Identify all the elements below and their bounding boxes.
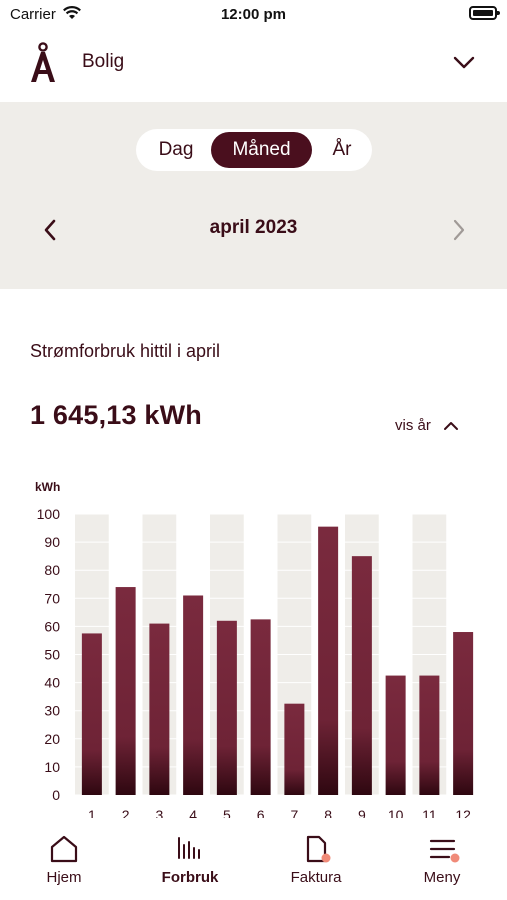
brand-logo [31, 42, 55, 82]
y-tick-label: 80 [44, 562, 60, 578]
usage-total: 1 645,13 kWh [30, 400, 202, 430]
home-icon [50, 835, 78, 863]
tab-label-faktura: Faktura [290, 869, 342, 886]
y-axis-label: kWh [35, 480, 60, 494]
next-period-icon[interactable] [451, 218, 467, 242]
period-panel: Dag Måned År april 2023 [0, 102, 507, 289]
y-tick-label: 20 [44, 731, 60, 747]
y-tick-label: 50 [44, 647, 60, 663]
location-title[interactable]: Bolig [82, 51, 124, 73]
tab-faktura[interactable]: Faktura [253, 818, 379, 900]
bar-day-2[interactable] [115, 587, 136, 795]
chevron-down-icon[interactable] [453, 56, 475, 70]
y-tick-label: 100 [37, 506, 61, 522]
bar-day-1[interactable] [81, 633, 102, 795]
y-tick-label: 0 [52, 787, 60, 803]
segment-year[interactable]: År [312, 129, 372, 171]
app-header: Bolig [0, 30, 507, 102]
y-tick-label: 90 [44, 534, 60, 550]
y-tick-label: 30 [44, 703, 60, 719]
status-bar: Carrier 12:00 pm [0, 0, 507, 30]
document-icon [306, 835, 331, 863]
bar-day-6[interactable] [250, 619, 271, 795]
y-tick-label: 10 [44, 759, 60, 775]
y-tick-label: 40 [44, 675, 60, 691]
status-time: 12:00 pm [220, 6, 287, 23]
bar-day-4[interactable] [183, 595, 204, 795]
tab-label-hjem: Hjem [46, 869, 82, 886]
bar-day-10[interactable] [385, 675, 406, 795]
chevron-up-icon[interactable] [443, 420, 459, 431]
meny-badge [450, 853, 460, 863]
bar-day-12[interactable] [453, 632, 474, 795]
faktura-badge [321, 853, 331, 863]
menu-icon [429, 839, 460, 863]
y-tick-label: 60 [44, 618, 60, 634]
tab-meny[interactable]: Meny [379, 818, 505, 900]
battery-icon [469, 6, 500, 20]
period-label: april 2023 [209, 217, 298, 238]
bar-day-3[interactable] [149, 623, 170, 795]
bar-day-5[interactable] [216, 620, 237, 795]
bar-day-7[interactable] [284, 703, 305, 795]
bar-day-8[interactable] [318, 526, 339, 795]
bar-day-11[interactable] [419, 675, 440, 795]
tab-label-forbruk: Forbruk [161, 869, 219, 886]
segment-month[interactable]: Måned [211, 132, 312, 168]
tab-label-meny: Meny [423, 869, 461, 886]
y-tick-label: 70 [44, 590, 60, 606]
segment-day[interactable]: Dag [140, 129, 212, 171]
bar-day-9[interactable] [351, 556, 372, 795]
bar-chart-icon [178, 837, 200, 859]
tab-bar: Hjem Forbruk Faktura Meny [0, 818, 507, 900]
usage-title: Strømforbruk hittil i april [30, 341, 221, 361]
usage-bar-chart: 0102030405060708090100 1 2 3 4 5 6 7 8 9 10 11 12 k… [35, 480, 480, 820]
show-year-toggle[interactable]: vis år [395, 417, 431, 434]
tab-forbruk[interactable]: Forbruk [127, 818, 253, 900]
usage-chart: 0 10 20 30 40 50 60 70 80 90 100 1 2 3 4 5 6 7 8 9 10 11 12 k… [0, 470, 507, 820]
period-segmented-control: Dag Måned År [136, 129, 372, 171]
tab-hjem[interactable]: Hjem [1, 818, 127, 900]
